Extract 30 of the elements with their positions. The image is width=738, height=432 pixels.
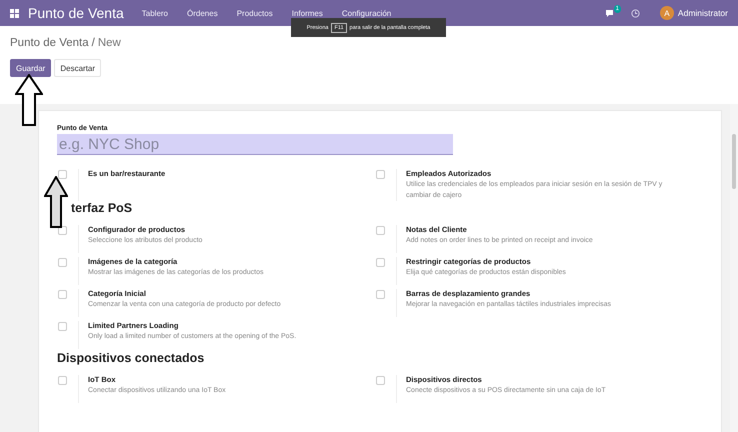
checkbox[interactable] xyxy=(376,170,385,179)
checkbox[interactable] xyxy=(58,290,67,299)
checkbox[interactable] xyxy=(376,258,385,267)
checkbox[interactable] xyxy=(58,258,67,267)
section-title: terfaz PoS xyxy=(71,201,134,215)
app-title[interactable]: Punto de Venta xyxy=(28,5,124,21)
name-input-field[interactable]: e.g. NYC Shop xyxy=(57,134,453,155)
checkbox[interactable] xyxy=(376,226,385,235)
menu-item[interactable]: Órdenes xyxy=(187,8,218,18)
clock-icon[interactable] xyxy=(630,8,640,18)
save-button[interactable]: Guardar xyxy=(10,59,52,77)
checkbox[interactable] xyxy=(58,322,67,331)
checkbox[interactable] xyxy=(376,290,385,299)
discard-button[interactable]: Descartar xyxy=(54,59,102,77)
section-title: Dispositivos conectados xyxy=(57,351,206,365)
user-avatar[interactable]: A xyxy=(660,6,674,20)
breadcrumb-separator: / xyxy=(92,36,95,48)
menu-item[interactable]: Informes xyxy=(292,8,323,18)
breadcrumb-current: New xyxy=(98,36,121,48)
apps-menu-icon[interactable] xyxy=(10,8,19,18)
breadcrumb-link[interactable]: Punto de Venta xyxy=(10,36,89,48)
menu-item[interactable]: Tablero xyxy=(142,8,168,18)
checkbox[interactable] xyxy=(376,376,385,385)
up-arrow-icon xyxy=(15,74,43,126)
checkbox[interactable] xyxy=(58,376,67,385)
up-arrow-icon xyxy=(44,176,68,228)
user-name[interactable]: Administrator xyxy=(678,8,728,18)
messages-button[interactable] xyxy=(604,8,616,18)
menu-item[interactable]: Productos xyxy=(236,8,273,18)
menu-item[interactable]: Configuración xyxy=(342,8,392,18)
